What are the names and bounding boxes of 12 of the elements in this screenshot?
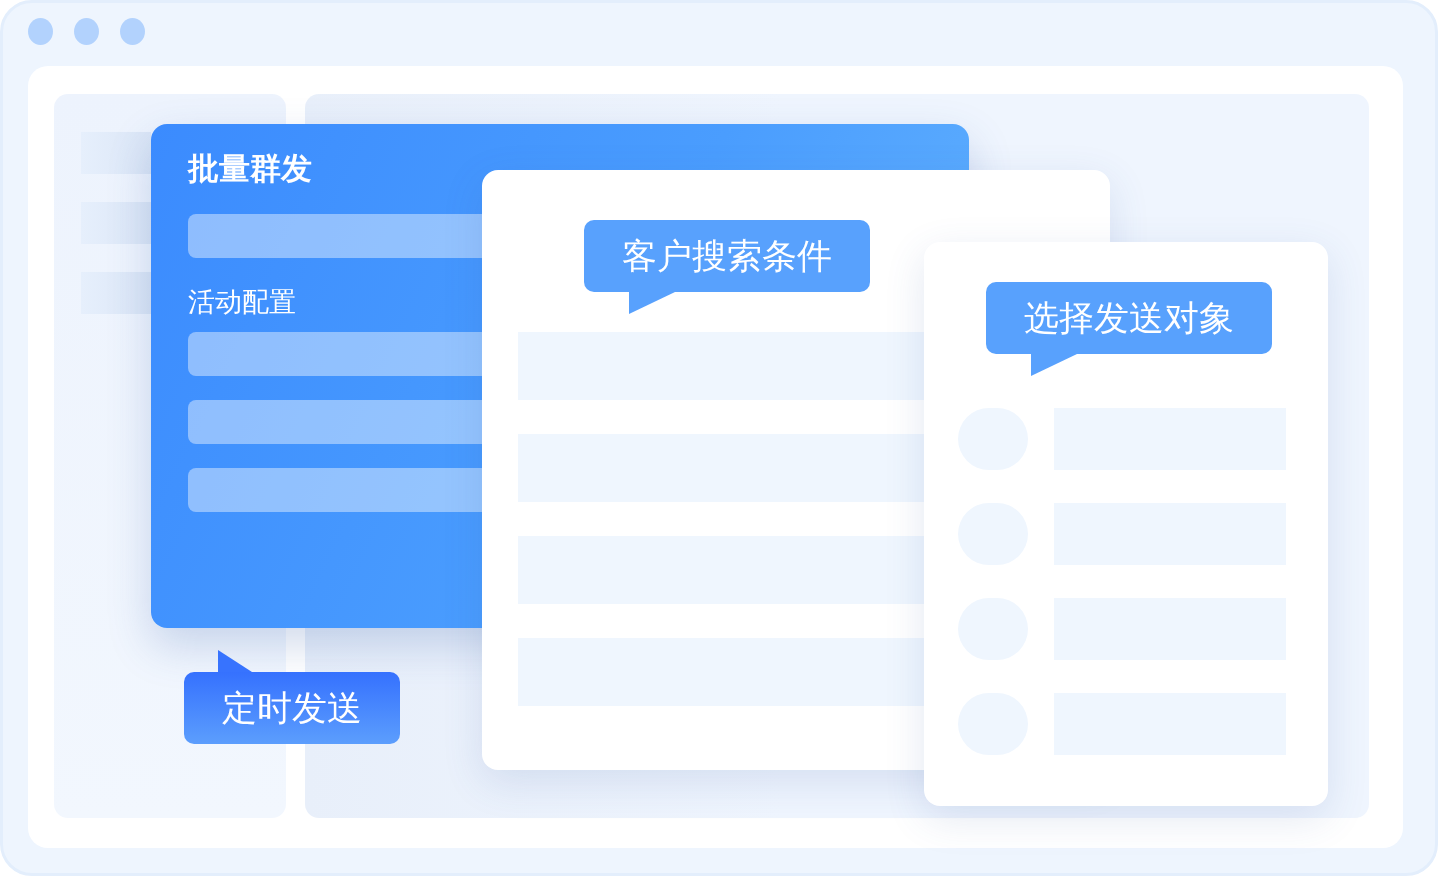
speech-tail-icon [629,292,675,314]
callout-label: 定时发送 [184,672,400,744]
section-label: 活动配置 [188,285,296,319]
speech-tail-icon [218,650,252,672]
placeholder-bar [81,132,151,174]
speech-tail-icon [1031,354,1077,376]
placeholder-bar [81,272,151,314]
window-dot-icon [120,18,145,45]
window-dot-icon [74,18,99,45]
panel-title: 批量群发 [188,149,312,188]
placeholder-bar [81,202,151,244]
window-dot-icon [28,18,53,45]
